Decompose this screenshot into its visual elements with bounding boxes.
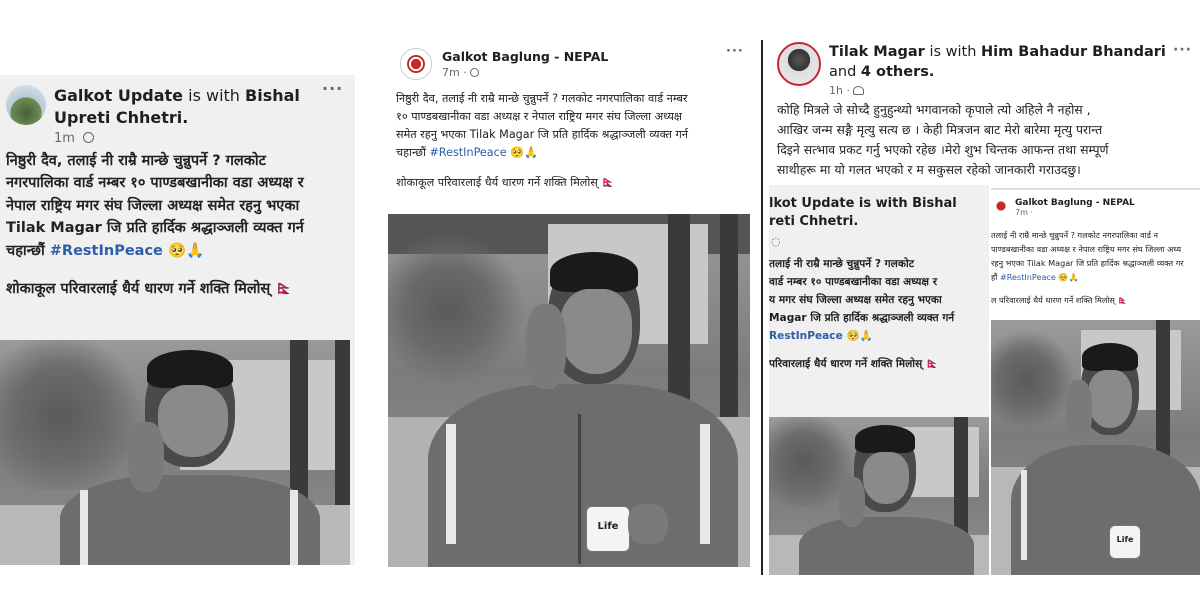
post-line: रहनु भएका Tilak Magar जि प्रति हार्दिक श…: [991, 258, 1184, 269]
post-line: शोकाकूल परिवारलाई धैर्य धारण गर्ने शक्ति…: [396, 175, 616, 189]
globe-icon: [83, 132, 95, 143]
embedded-photo: Life: [991, 320, 1200, 575]
post-line: तलाई नी राम्रै मान्छे चुन्नुपर्ने ? गलको…: [991, 230, 1159, 240]
post-line: समेत रहनु भएका Tilak Magar जि प्रति हार्…: [396, 127, 689, 141]
embedded-screenshot-right[interactable]: Galkot Baglung - NEPAL 7m · तलाई नी राम्…: [991, 188, 1200, 575]
post-body: कोहि मित्रले जे सोच्दै हुनुहुन्थ्यो भगवा…: [777, 100, 1197, 179]
post-line: दिइने सत्भाव प्रकट गर्नु भएको रहेछ ।मेरो…: [777, 141, 1109, 157]
post-line: निष्ठुरी दैव, तलाई नी राम्रै मान्छे चुन्…: [6, 153, 266, 169]
post-line: तलाई नी राम्रै मान्छे चुन्नुपर्ने ? गलको…: [769, 258, 915, 270]
embedded-name: reti Chhetri.: [769, 214, 859, 229]
post-time[interactable]: 1h ·: [829, 84, 853, 97]
post-galkot-update: Galkot Update is with Bishal Upreti Chhe…: [0, 75, 355, 565]
post-line: १० पाण्डबखानीका वडा अध्यक्ष र नेपाल राष्…: [396, 109, 682, 123]
emoji: 🥺🙏: [506, 145, 539, 159]
post-line: साथीहरू मा यो गलत भएको र म सकुसल रहेको ज…: [777, 161, 1081, 177]
tagged-user-link[interactable]: Him Bahadur Bhandari: [981, 44, 1166, 60]
more-options-icon[interactable]: ···: [726, 44, 744, 59]
post-line: वार्ड नम्बर १० पाण्डबखानीका वडा अध्यक्ष …: [769, 276, 938, 288]
post-tilak-magar: Tilak Magar is with Him Bahadur Bhandari…: [765, 40, 1200, 575]
more-options-icon[interactable]: ···: [1173, 42, 1192, 58]
mug-label: Life: [597, 521, 619, 532]
more-options-icon[interactable]: ···: [322, 79, 343, 98]
post-galkot-baglung: Galkot Baglung - NEPAL 7m · ··· निष्ठुरी…: [388, 42, 750, 567]
emoji: 🥺🙏: [842, 330, 873, 342]
post-line: कोहि मित्रले जे सोच्दै हुनुहुन्थ्यो भगवा…: [777, 102, 1091, 117]
globe-icon: ◌: [771, 235, 781, 248]
hashtag-link[interactable]: #RestInPeace: [50, 243, 163, 259]
post-line: परिवारलाई धैर्य धारण गर्ने शक्ति मिलोस् …: [769, 358, 940, 370]
post-line: नेपाल राष्ट्रिय मगर संघ जिल्ला अध्यक्ष स…: [6, 197, 300, 214]
embedded-page-name: Galkot Baglung - NEPAL: [1015, 198, 1135, 208]
post-line: आखिर जन्म सङ्गै मृत्यु सत्य छ । केही मित…: [777, 121, 1103, 137]
post-photo[interactable]: [0, 340, 350, 565]
post-header: Galkot Baglung - NEPAL 7m ·: [400, 48, 608, 80]
post-line: Tilak Magar जि प्रति हार्दिक श्रद्धाञ्जल…: [6, 220, 304, 237]
emoji: 🥺🙏: [162, 242, 205, 259]
post-header: Galkot Update is with Bishal Upreti Chhe…: [6, 85, 324, 146]
post-body: निष्ठुरी दैव, तलाई नी राम्रै मान्छे चुन्…: [6, 150, 351, 301]
and-text: and: [829, 64, 861, 80]
post-line: चहान्छौं: [396, 145, 430, 159]
page-name-link[interactable]: Galkot Update: [54, 86, 183, 105]
post-line: हौं: [991, 272, 1000, 283]
post-time[interactable]: 7m ·: [442, 66, 470, 79]
post-line: Magar जि प्रति हार्दिक श्रद्धाञ्जली व्यक…: [769, 312, 955, 324]
post-photo[interactable]: Life: [388, 214, 750, 567]
mug-label: Life: [1116, 535, 1134, 544]
globe-icon: [470, 68, 480, 77]
hashtag-link: #RestInPeace: [999, 272, 1056, 283]
embedded-photo: [769, 417, 989, 575]
embedded-name: lkot Update is with Bishal: [769, 196, 957, 211]
logo-icon: [993, 198, 1009, 214]
post-line: नगरपालिका वार्ड नम्बर १० पाण्डबखानीका वड…: [6, 175, 304, 192]
others-link[interactable]: 4 others.: [861, 64, 934, 80]
post-body: निष्ठुरी दैव, तलाई नी राम्रै मान्छे चुन्…: [396, 90, 746, 192]
profile-avatar[interactable]: [777, 42, 821, 86]
mug: Life: [586, 506, 630, 552]
post-line: चहान्छौं: [6, 242, 50, 259]
post-line: पाण्डबखानीका वडा अध्यक्ष र नेपाल राष्ट्र…: [991, 244, 1182, 255]
with-text: is with: [924, 44, 982, 60]
embedded-time: 7m ·: [1015, 208, 1033, 217]
hashtag-link: RestInPeace: [769, 330, 843, 342]
with-text: is with: [183, 86, 246, 105]
emoji: 🥺🙏: [1055, 272, 1079, 283]
embedded-screenshot-left[interactable]: lkot Update is with Bishal reti Chhetri.…: [769, 185, 989, 575]
post-line: शोकाकूल परिवारलाई धैर्य धारण गर्ने शक्ति…: [6, 281, 294, 298]
post-time[interactable]: 1m: [54, 131, 75, 146]
page-avatar[interactable]: [6, 85, 46, 125]
mug: Life: [1109, 525, 1141, 559]
post-line: ल परिवारलाई धैर्य धारण गर्ने शक्ति मिलोस…: [991, 294, 1128, 305]
post-line: निष्ठुरी दैव, तलाई नी राम्रै मान्छे चुन्…: [396, 92, 688, 105]
post-line: य मगर संघ जिल्ला अध्यक्ष समेत रहनु भएका: [769, 294, 942, 306]
hashtag-link[interactable]: #RestInPeace: [429, 146, 506, 159]
page-name-link[interactable]: Galkot Baglung - NEPAL: [442, 48, 608, 66]
page-avatar[interactable]: [400, 48, 432, 80]
divider: [761, 40, 763, 575]
author-name-link[interactable]: Tilak Magar: [829, 44, 925, 60]
friends-icon: [853, 86, 865, 95]
post-header: Tilak Magar is with Him Bahadur Bhandari…: [777, 42, 1189, 97]
logo-icon: [407, 55, 425, 73]
